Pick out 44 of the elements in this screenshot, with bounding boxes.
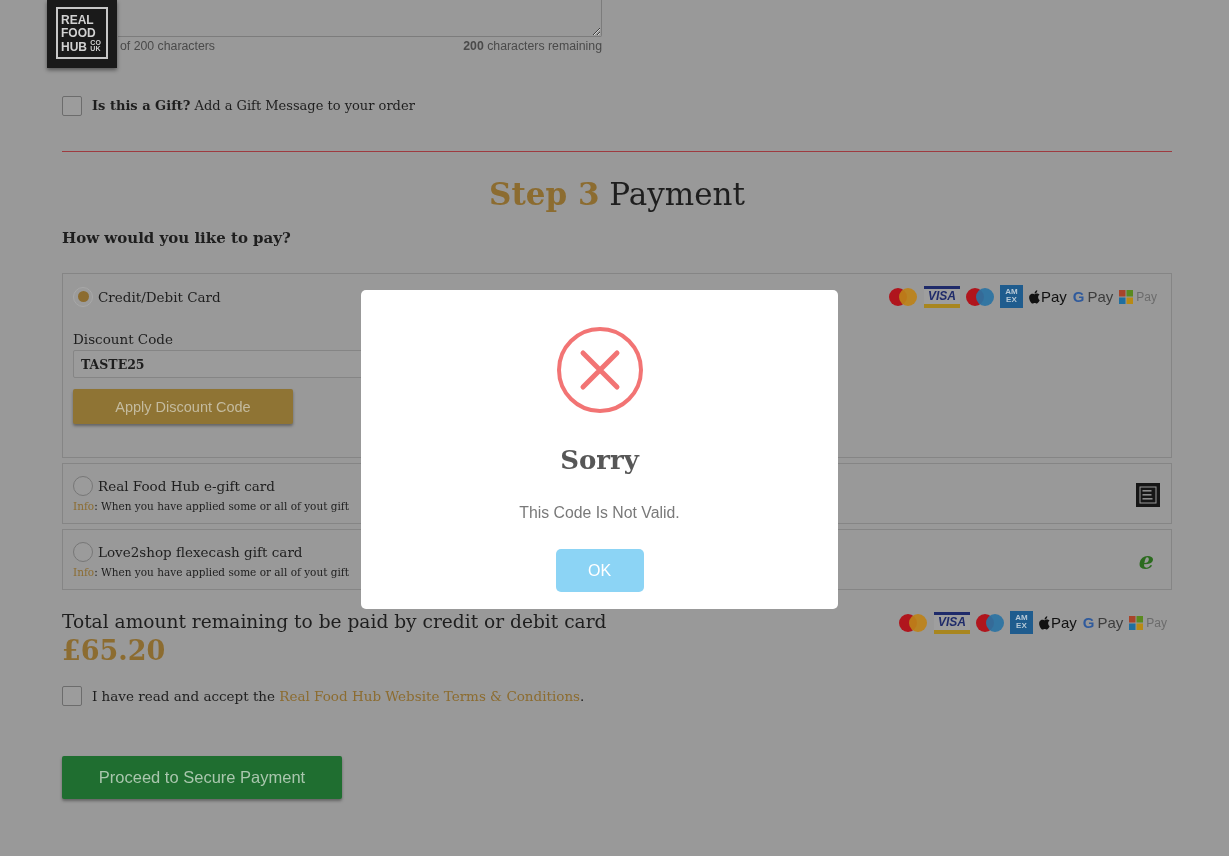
character-count: of 200 characters [120, 40, 215, 53]
logo-icon [1136, 482, 1160, 507]
mastercard-icon [897, 612, 928, 633]
pay-label: Pay [1040, 287, 1067, 306]
discount-code-label: Discount Code [73, 330, 173, 348]
section-title: Step 3 Payment [489, 175, 745, 214]
pay-label: Pay [1050, 613, 1077, 632]
pay-label: Pay [1097, 613, 1124, 632]
terms-text: I have read and accept the Real Food Hub Website Terms & Conditions. [92, 687, 585, 705]
apple-icon [1038, 615, 1050, 630]
radio-button[interactable] [73, 286, 93, 307]
amex-logo: AM EX [999, 285, 1023, 308]
payment-option-label[interactable]: Credit/Debit Card [98, 286, 221, 307]
payment-option-label[interactable]: Real Food Hub e-gift card [98, 476, 275, 496]
total-amount: £65.20 [62, 634, 166, 668]
dialog-message: This Code Is Not Valid. [519, 503, 680, 523]
apple-icon [1028, 289, 1040, 304]
maestro-icon [975, 612, 1004, 633]
amex-logo: AM EX [1009, 611, 1033, 634]
four-squares-icon [1119, 289, 1134, 304]
maestro-icon [965, 286, 994, 307]
gift-label: Is this a Gift? Add a Gift Message to your order [92, 97, 415, 115]
info-text: Info: When you have applied some or all of yout gift [73, 499, 349, 513]
question-text: How would you like to pay? [62, 228, 291, 249]
error-icon [556, 327, 643, 413]
g-letter-logo: G [1072, 287, 1085, 306]
terms-checkbox[interactable] [62, 686, 82, 706]
pay-label: Pay [1087, 287, 1114, 306]
discount-code-field[interactable]: TASTE25 [73, 350, 363, 378]
flexecash-logo: e [1138, 547, 1154, 574]
gift-checkbox[interactable] [62, 96, 82, 116]
total-label: Total amount remaining to be paid by credit or debit card [62, 610, 607, 634]
payment-option-label[interactable]: Love2shop flexecash gift card [98, 542, 303, 562]
g-letter-logo: G [1082, 613, 1095, 632]
proceed-button[interactable]: Proceed to Secure Payment [62, 756, 342, 799]
visa-logo: VISA [923, 285, 960, 308]
characters-remaining: 200 characters remaining [463, 40, 602, 53]
visa-logo: VISA [933, 611, 970, 634]
mastercard-icon [887, 286, 918, 307]
info-text: Info: When you have applied some or all of yout gift [73, 565, 349, 579]
four-squares-icon [1129, 615, 1144, 630]
dialog-title: Sorry [560, 444, 639, 476]
radio-button[interactable] [73, 476, 93, 496]
radio-button[interactable] [73, 542, 93, 562]
